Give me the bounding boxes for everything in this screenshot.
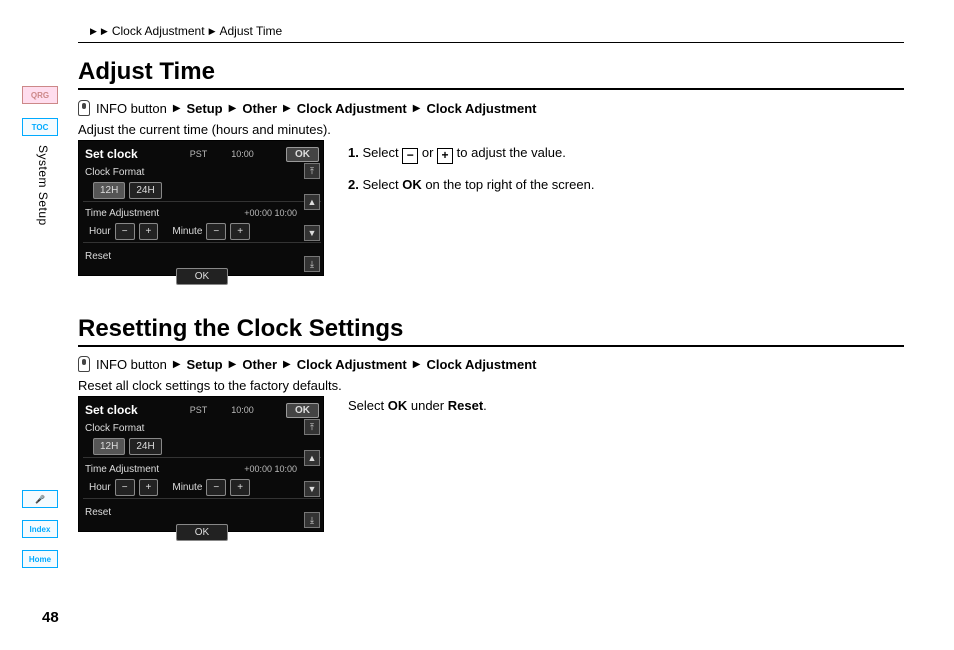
path-info: INFO button xyxy=(96,357,167,372)
scroll-top-icon[interactable]: ⤒ xyxy=(304,419,320,435)
heading-reset-clock: Resetting the Clock Settings xyxy=(78,315,403,343)
shot-time: 10:00 xyxy=(231,149,254,159)
voice-icon xyxy=(78,356,90,372)
scroll-up-icon[interactable]: ▲ xyxy=(304,450,320,466)
scroll-bottom-icon[interactable]: ⤓ xyxy=(304,512,320,528)
shot-clock-format-label: Clock Format xyxy=(85,423,144,434)
path-setup: Setup xyxy=(187,101,223,116)
triangle-icon: ▶ xyxy=(413,103,421,114)
path-clock-adjustment: Clock Adjustment xyxy=(426,357,536,372)
tab-home[interactable]: Home xyxy=(22,550,58,568)
triangle-icon: ▶ xyxy=(173,103,181,114)
screenshot-set-clock: Set clock PST 10:00 OK Clock Format 12H … xyxy=(78,396,324,532)
breadcrumb-item[interactable]: Clock Adjustment xyxy=(112,24,205,38)
shot-reset-ok[interactable]: OK xyxy=(176,524,228,541)
section-label: System Setup xyxy=(36,145,50,226)
shot-reset-label: Reset xyxy=(85,251,111,262)
instruction-steps: 1. Select − or + to adjust the value. 2.… xyxy=(348,144,608,207)
shot-hour-label: Hour xyxy=(89,482,111,493)
shot-time-adjustment-label: Time Adjustment xyxy=(85,208,159,219)
triangle-icon: ▶ xyxy=(229,359,237,370)
shot-minute-minus[interactable]: − xyxy=(206,223,226,240)
divider xyxy=(78,42,904,43)
shot-ok-top[interactable]: OK xyxy=(286,403,319,418)
shot-title: Set clock xyxy=(85,403,138,417)
path-clock-adjustment: Clock Adjustment xyxy=(426,101,536,116)
shot-offset: +00:00 10:00 xyxy=(244,208,297,218)
screenshot-set-clock: Set clock PST 10:00 OK Clock Format 12H … xyxy=(78,140,324,276)
step-ok: OK xyxy=(402,177,422,192)
shot-ok-top[interactable]: OK xyxy=(286,147,319,162)
tab-index[interactable]: Index xyxy=(22,520,58,538)
step-text: Select xyxy=(362,145,398,160)
path-info: INFO button xyxy=(96,101,167,116)
tab-voice[interactable]: 🎤 xyxy=(22,490,58,508)
divider xyxy=(78,345,904,347)
step-text: on the top right of the screen. xyxy=(422,177,595,192)
triangle-icon: ▶ xyxy=(90,26,97,37)
triangle-icon: ▶ xyxy=(283,103,291,114)
triangle-icon: ▶ xyxy=(413,359,421,370)
reset-instruction: Select OK under Reset. xyxy=(348,398,487,413)
path-clock-adjustment: Clock Adjustment xyxy=(297,357,407,372)
nav-path: INFO button ▶ Setup ▶ Other ▶ Clock Adju… xyxy=(78,356,536,372)
shot-clock-format-label: Clock Format xyxy=(85,167,144,178)
triangle-icon: ▶ xyxy=(209,26,216,37)
divider xyxy=(78,88,904,90)
tab-toc[interactable]: TOC xyxy=(22,118,58,136)
shot-title: Set clock xyxy=(85,147,138,161)
step-text: or xyxy=(422,145,434,160)
step-number: 2. xyxy=(348,177,359,192)
shot-time: 10:00 xyxy=(231,405,254,415)
body-text: Adjust the current time (hours and minut… xyxy=(78,122,331,137)
heading-adjust-time: Adjust Time xyxy=(78,58,215,86)
shot-minute-minus[interactable]: − xyxy=(206,479,226,496)
shot-hour-plus[interactable]: + xyxy=(139,479,159,496)
shot-offset: +00:00 10:00 xyxy=(244,464,297,474)
scroll-bottom-icon[interactable]: ⤓ xyxy=(304,256,320,272)
shot-hour-plus[interactable]: + xyxy=(139,223,159,240)
shot-24h[interactable]: 24H xyxy=(129,182,161,199)
shot-minute-label: Minute xyxy=(172,482,202,493)
body-text: Reset all clock settings to the factory … xyxy=(78,378,342,393)
breadcrumb-item[interactable]: Adjust Time xyxy=(219,24,282,38)
page-number: 48 xyxy=(42,609,59,626)
shot-reset-label: Reset xyxy=(85,507,111,518)
shot-timezone: PST xyxy=(190,405,208,415)
shot-12h[interactable]: 12H xyxy=(93,438,125,455)
step-text: Select xyxy=(362,177,402,192)
shot-12h[interactable]: 12H xyxy=(93,182,125,199)
shot-hour-minus[interactable]: − xyxy=(115,479,135,496)
breadcrumb: ▶ ▶ Clock Adjustment ▶ Adjust Time xyxy=(90,24,282,38)
triangle-icon: ▶ xyxy=(101,26,108,37)
scroll-down-icon[interactable]: ▼ xyxy=(304,225,320,241)
shot-hour-label: Hour xyxy=(89,226,111,237)
shot-24h[interactable]: 24H xyxy=(129,438,161,455)
minus-icon: − xyxy=(402,148,418,164)
path-other: Other xyxy=(242,101,277,116)
scroll-top-icon[interactable]: ⤒ xyxy=(304,163,320,179)
voice-icon xyxy=(78,100,90,116)
shot-minute-plus[interactable]: + xyxy=(230,223,250,240)
triangle-icon: ▶ xyxy=(173,359,181,370)
nav-path: INFO button ▶ Setup ▶ Other ▶ Clock Adju… xyxy=(78,100,536,116)
step-text: to adjust the value. xyxy=(457,145,566,160)
scroll-down-icon[interactable]: ▼ xyxy=(304,481,320,497)
shot-reset-ok[interactable]: OK xyxy=(176,268,228,285)
step-number: 1. xyxy=(348,145,359,160)
tab-qrg[interactable]: QRG xyxy=(22,86,58,104)
path-setup: Setup xyxy=(187,357,223,372)
path-other: Other xyxy=(242,357,277,372)
shot-minute-label: Minute xyxy=(172,226,202,237)
scroll-up-icon[interactable]: ▲ xyxy=(304,194,320,210)
triangle-icon: ▶ xyxy=(229,103,237,114)
shot-hour-minus[interactable]: − xyxy=(115,223,135,240)
path-clock-adjustment: Clock Adjustment xyxy=(297,101,407,116)
shot-time-adjustment-label: Time Adjustment xyxy=(85,464,159,475)
triangle-icon: ▶ xyxy=(283,359,291,370)
shot-timezone: PST xyxy=(190,149,208,159)
shot-minute-plus[interactable]: + xyxy=(230,479,250,496)
plus-icon: + xyxy=(437,148,453,164)
